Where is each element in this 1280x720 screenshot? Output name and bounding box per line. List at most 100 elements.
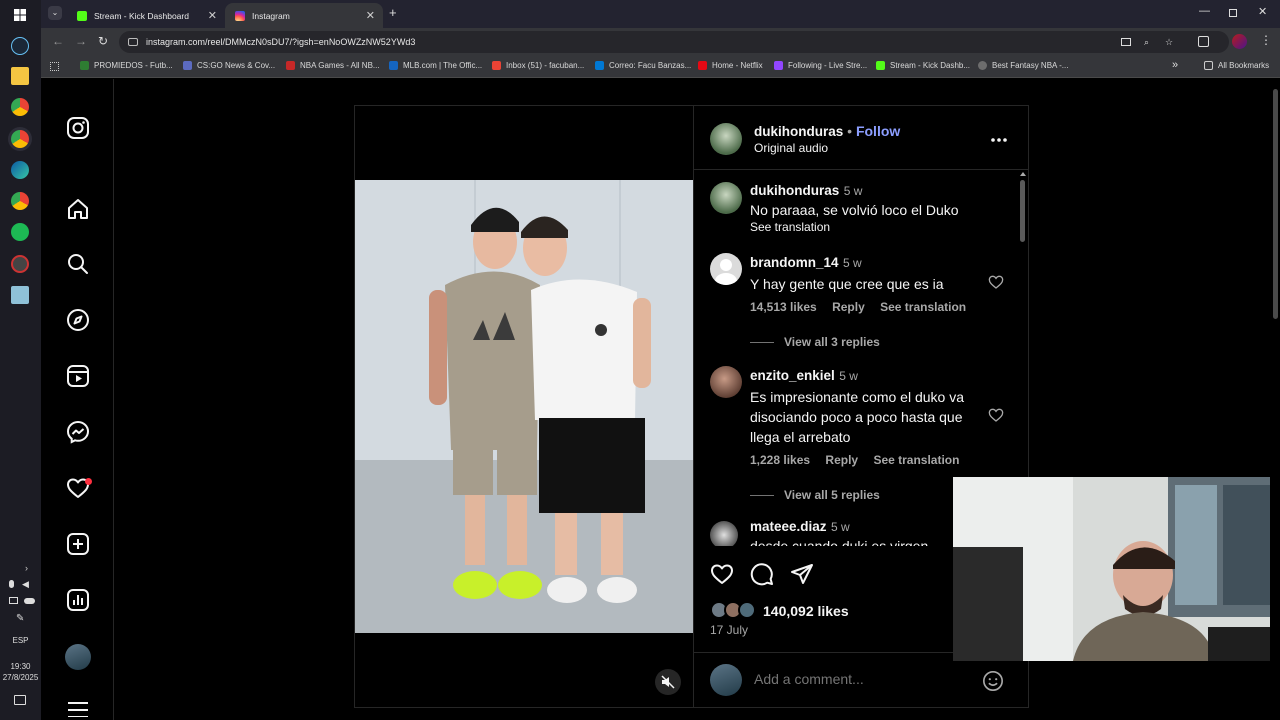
chrome-icon[interactable]	[11, 192, 29, 210]
windows-start-icon[interactable]	[14, 8, 26, 21]
restore-icon[interactable]	[1229, 9, 1237, 17]
caption-avatar[interactable]	[710, 182, 742, 214]
bookmark-twitch[interactable]: Following - Live Stre...	[774, 61, 867, 70]
profile-avatar[interactable]	[65, 644, 91, 670]
comment-avatar[interactable]	[710, 253, 742, 285]
network-icon[interactable]	[9, 597, 18, 604]
close-icon[interactable]: ✕	[366, 9, 375, 22]
like-count[interactable]: 140,092 likes	[763, 603, 849, 619]
tab-search-icon[interactable]: ⌄	[48, 6, 62, 20]
bookmark-nba[interactable]: NBA Games - All NB...	[286, 61, 380, 70]
reel-video-frame[interactable]	[355, 180, 693, 633]
bookmark-mlb[interactable]: MLB.com | The Offic...	[389, 61, 482, 70]
comment-see-translation[interactable]: See translation	[880, 300, 966, 314]
bookmark-correo[interactable]: Correo: Facu Banzas...	[595, 61, 691, 70]
dashboard-icon[interactable]	[65, 587, 91, 613]
page-scrollbar[interactable]	[1270, 79, 1280, 720]
bookmark-kick[interactable]: Stream - Kick Dashb...	[876, 61, 970, 70]
extensions-icon[interactable]	[1198, 36, 1209, 47]
bookmark-star-icon[interactable]: ☆	[1165, 31, 1173, 53]
new-tab-icon[interactable]: +	[389, 5, 397, 20]
comment-avatar[interactable]	[710, 521, 738, 546]
more-bookmarks-icon[interactable]: »	[1172, 59, 1178, 71]
bookmark-promiedos[interactable]: PROMIEDOS - Futb...	[80, 61, 173, 70]
tab-instagram[interactable]: Instagram ✕	[225, 3, 383, 28]
reels-icon[interactable]	[65, 363, 91, 389]
back-icon[interactable]: ←	[52, 34, 64, 48]
chrome-icon[interactable]	[11, 130, 29, 148]
emoji-icon[interactable]	[982, 670, 1004, 697]
share-icon[interactable]	[790, 562, 814, 591]
comment-input[interactable]	[754, 667, 974, 691]
profile-avatar[interactable]	[1232, 34, 1247, 49]
caption-username[interactable]: dukihonduras	[750, 183, 839, 198]
create-icon[interactable]	[65, 531, 91, 557]
cloud-icon[interactable]	[24, 598, 35, 604]
more-options-icon[interactable]	[990, 130, 1008, 148]
comment-likes[interactable]: 14,513 likes	[750, 300, 817, 314]
comment-see-translation[interactable]: See translation	[873, 453, 959, 467]
comments-scrollbar[interactable]	[1020, 172, 1026, 482]
install-app-icon[interactable]	[1121, 38, 1131, 46]
reel-player[interactable]	[355, 106, 693, 707]
zoom-icon[interactable]: ⌕	[1144, 31, 1149, 53]
notes-icon[interactable]	[11, 286, 29, 304]
forward-icon[interactable]: →	[75, 34, 87, 48]
caption-see-translation[interactable]: See translation	[750, 220, 1000, 234]
reload-icon[interactable]: ↻	[98, 34, 108, 48]
comment-like-icon[interactable]	[988, 407, 1004, 428]
steam-icon[interactable]	[11, 37, 29, 55]
page-scrollbar-thumb[interactable]	[1273, 89, 1278, 319]
original-audio-link[interactable]: Original audio	[754, 141, 828, 155]
comment-reply-button[interactable]: Reply	[825, 453, 858, 467]
comment-username[interactable]: enzito_enkiel	[750, 368, 835, 383]
mute-icon[interactable]	[655, 669, 681, 695]
view-replies-button[interactable]: View all 3 replies	[750, 335, 880, 349]
menu-kebab-icon[interactable]: ⋮	[1260, 33, 1272, 47]
view-replies-button[interactable]: View all 5 replies	[750, 488, 880, 502]
bookmark-netflix[interactable]: Home - Netflix	[698, 61, 763, 70]
notifications-icon[interactable]	[14, 695, 26, 705]
close-window-icon[interactable]: ✕	[1258, 5, 1267, 18]
spotify-icon[interactable]	[11, 223, 29, 241]
explore-icon[interactable]	[65, 307, 91, 333]
post-date[interactable]: 17 July	[710, 623, 748, 637]
language-indicator[interactable]: ESP	[0, 636, 41, 645]
comment-username[interactable]: brandomn_14	[750, 255, 839, 270]
file-explorer-icon[interactable]	[11, 67, 29, 85]
scroll-up-arrow-icon[interactable]	[1020, 172, 1026, 176]
instagram-logo-icon[interactable]	[65, 115, 91, 141]
comment-likes[interactable]: 1,228 likes	[750, 453, 810, 467]
tab-kick-dashboard[interactable]: Stream - Kick Dashboard ✕	[67, 3, 225, 28]
bookmark-fantasy[interactable]: Best Fantasy NBA -...	[978, 61, 1068, 70]
follow-button[interactable]: Follow	[856, 123, 900, 139]
bookmark-csgo[interactable]: CS:GO News & Cov...	[183, 61, 275, 70]
address-bar[interactable]: instagram.com/reel/DMMczN0sDU7/?igsh=enN…	[119, 31, 1229, 53]
site-info-icon[interactable]	[128, 38, 138, 46]
volume-icon[interactable]: ◀	[22, 579, 29, 590]
minimize-icon[interactable]: —	[1199, 5, 1210, 17]
author-username[interactable]: dukihonduras	[754, 124, 843, 139]
comment-avatar[interactable]	[710, 366, 742, 398]
author-avatar[interactable]	[710, 123, 742, 155]
comment-icon[interactable]	[750, 562, 774, 591]
comment-like-icon[interactable]	[988, 274, 1004, 295]
scrollbar-thumb[interactable]	[1020, 180, 1025, 242]
edge-icon[interactable]	[11, 161, 29, 179]
more-menu-icon[interactable]	[65, 699, 91, 717]
like-icon[interactable]	[710, 562, 734, 591]
apps-grid-icon[interactable]	[50, 62, 59, 71]
chevron-right-icon[interactable]: ›	[25, 563, 28, 573]
all-bookmarks[interactable]: All Bookmarks	[1204, 61, 1269, 70]
chrome-icon[interactable]	[11, 98, 29, 116]
close-icon[interactable]: ✕	[208, 9, 217, 22]
microphone-icon[interactable]	[9, 580, 14, 588]
comment-username[interactable]: mateee.diaz	[750, 519, 827, 534]
home-icon[interactable]	[65, 196, 91, 222]
messenger-icon[interactable]	[65, 419, 91, 445]
search-icon[interactable]	[65, 251, 91, 277]
bookmark-inbox[interactable]: Inbox (51) - facuban...	[492, 61, 584, 70]
pen-icon[interactable]: ✎	[16, 613, 24, 624]
app-icon[interactable]	[11, 255, 29, 273]
taskbar-clock[interactable]: 19:30 27/8/2025	[0, 661, 41, 683]
